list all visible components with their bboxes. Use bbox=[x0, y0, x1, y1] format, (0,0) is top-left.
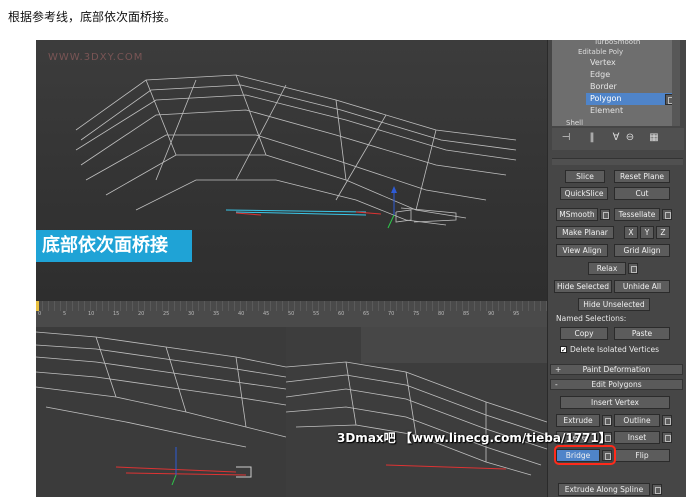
tick-label: 5 bbox=[63, 311, 67, 317]
extrude-along-spline-button[interactable]: Extrude Along Spline bbox=[558, 483, 650, 496]
tick-label: 80 bbox=[438, 311, 445, 317]
slice-button[interactable]: Slice bbox=[565, 170, 605, 183]
tick-label: 30 bbox=[188, 311, 195, 317]
quickslice-button[interactable]: QuickSlice bbox=[560, 187, 608, 200]
copy-button[interactable]: Copy bbox=[560, 327, 608, 340]
tick-label: 35 bbox=[213, 311, 220, 317]
grid-align-button[interactable]: Grid Align bbox=[614, 244, 670, 257]
site-watermark: WWW.3DXY.COM bbox=[48, 52, 144, 63]
stack-scrollbar[interactable] bbox=[672, 40, 680, 126]
edit-polygons-rollout[interactable]: - Edit Polygons bbox=[550, 379, 683, 390]
timeline-handle[interactable] bbox=[36, 301, 39, 311]
wireframe-model-bottom-left bbox=[36, 331, 286, 486]
unhide-all-button[interactable]: Unhide All bbox=[614, 280, 670, 293]
tick-label: 25 bbox=[163, 311, 170, 317]
relax-button[interactable]: Relax bbox=[588, 262, 626, 275]
planar-x-button[interactable]: X bbox=[624, 226, 638, 239]
paste-button[interactable]: Paste bbox=[614, 327, 670, 340]
msmooth-settings-icon[interactable] bbox=[600, 209, 610, 220]
paint-deformation-rollout[interactable]: + Paint Deformation bbox=[550, 364, 683, 375]
view-align-button[interactable]: View Align bbox=[556, 244, 608, 257]
tick-label: 55 bbox=[313, 311, 320, 317]
tick-label: 50 bbox=[288, 311, 295, 317]
timeline-ticks bbox=[36, 301, 547, 311]
planar-z-button[interactable]: Z bbox=[656, 226, 670, 239]
tick-label: 75 bbox=[413, 311, 420, 317]
delete-isolated-checkbox[interactable]: ✓ bbox=[560, 346, 567, 354]
outline-settings-icon[interactable] bbox=[662, 415, 672, 426]
tick-label: 90 bbox=[488, 311, 495, 317]
stack-toolbar: ⊣ ‖ ∀ ⊖ ▦ bbox=[552, 128, 684, 150]
tick-label: 0 bbox=[38, 311, 42, 317]
tick-label: 65 bbox=[363, 311, 370, 317]
bottom-left-viewport[interactable] bbox=[36, 327, 286, 497]
hide-selected-button[interactable]: Hide Selected bbox=[554, 280, 612, 293]
viewport-header-strip bbox=[361, 327, 547, 363]
perspective-viewport[interactable]: WWW.3DXY.COM 底部依次面桥接 bbox=[36, 40, 547, 301]
extrude-spline-settings-icon[interactable] bbox=[652, 484, 662, 495]
article-caption: 根据参考线，底部依次面桥接。 bbox=[8, 10, 177, 24]
stack-item-element[interactable]: Element bbox=[586, 105, 670, 117]
rollout-divider bbox=[552, 158, 683, 165]
timeline-slider[interactable]: 0 5 10 15 20 25 30 35 40 45 50 55 60 65 … bbox=[36, 301, 547, 327]
insert-vertex-button[interactable]: Insert Vertex bbox=[560, 396, 670, 409]
planar-y-button[interactable]: Y bbox=[640, 226, 654, 239]
pin-stack-icon[interactable]: ⊣ bbox=[560, 131, 572, 145]
tick-label: 70 bbox=[388, 311, 395, 317]
hide-unselected-button[interactable]: Hide Unselected bbox=[578, 298, 650, 311]
outline-button[interactable]: Outline bbox=[614, 414, 660, 427]
tick-label: 85 bbox=[463, 311, 470, 317]
modifier-stack-list[interactable]: TurboSmooth Editable Poly Vertex Edge Bo… bbox=[552, 40, 680, 127]
bridge-highlight-marker bbox=[554, 445, 616, 465]
msmooth-button[interactable]: MSmooth bbox=[556, 208, 598, 221]
step-banner: 底部依次面桥接 bbox=[36, 230, 192, 262]
relax-settings-icon[interactable] bbox=[628, 263, 638, 274]
forum-watermark: 3Dmax吧 【www.linecg.com/tieba/1771】 bbox=[337, 431, 611, 445]
show-end-result-icon[interactable]: ‖ bbox=[586, 131, 598, 145]
tick-label: 10 bbox=[88, 311, 95, 317]
remove-modifier-icon[interactable]: ⊖ bbox=[624, 131, 636, 145]
tick-label: 95 bbox=[513, 311, 520, 317]
configure-sets-icon[interactable]: ▦ bbox=[648, 131, 660, 145]
cut-button[interactable]: Cut bbox=[614, 187, 670, 200]
stack-item-border[interactable]: Border bbox=[586, 81, 670, 93]
rollout-title: Edit Polygons bbox=[591, 380, 642, 389]
stack-item-vertex[interactable]: Vertex bbox=[586, 57, 670, 69]
tessellate-settings-icon[interactable] bbox=[662, 209, 672, 220]
tessellate-button[interactable]: Tessellate bbox=[614, 208, 660, 221]
tick-label: 45 bbox=[263, 311, 270, 317]
make-planar-button[interactable]: Make Planar bbox=[556, 226, 614, 239]
tick-label: 15 bbox=[113, 311, 120, 317]
delete-isolated-label: Delete Isolated Vertices bbox=[570, 345, 660, 354]
flip-button[interactable]: Flip bbox=[614, 449, 670, 462]
rollout-title: Paint Deformation bbox=[582, 365, 651, 374]
tick-label: 60 bbox=[338, 311, 345, 317]
extrude-button[interactable]: Extrude bbox=[556, 414, 600, 427]
tick-label: 20 bbox=[138, 311, 145, 317]
inset-settings-icon[interactable] bbox=[662, 432, 672, 443]
stack-item-polygon[interactable]: Polygon bbox=[586, 93, 676, 105]
reset-plane-button[interactable]: Reset Plane bbox=[614, 170, 670, 183]
inset-button[interactable]: Inset bbox=[614, 431, 660, 444]
stack-item-edge[interactable]: Edge bbox=[586, 69, 670, 81]
named-selections-label: Named Selections: bbox=[556, 314, 627, 323]
make-unique-icon[interactable]: ∀ bbox=[610, 131, 622, 145]
extrude-settings-icon[interactable] bbox=[602, 415, 612, 426]
tick-label: 40 bbox=[238, 311, 245, 317]
